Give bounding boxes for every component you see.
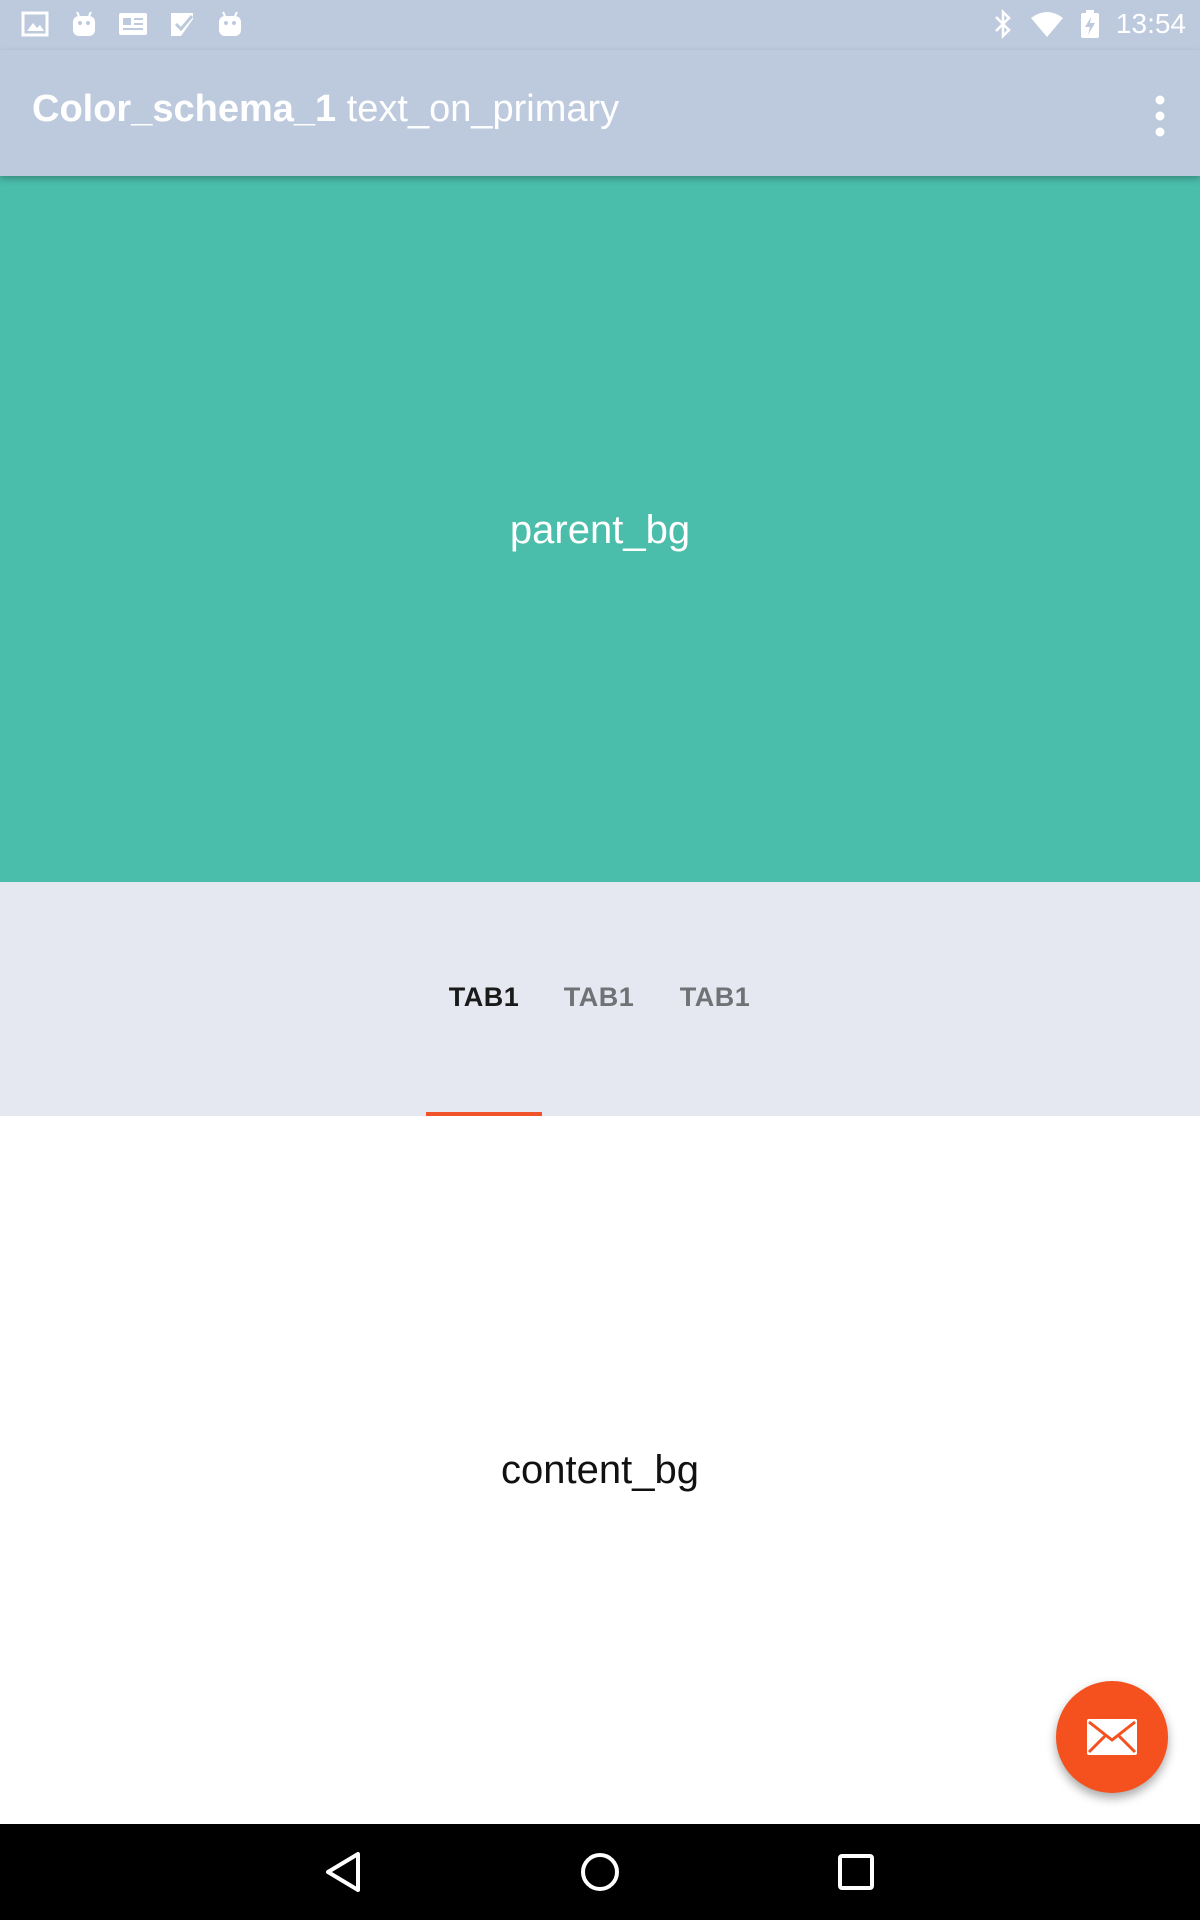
bluetooth-icon: [992, 9, 1014, 39]
tab-bar: TAB1 TAB1 TAB1: [0, 882, 1200, 1116]
battery-charging-icon: [1080, 9, 1100, 39]
content-bg-panel: content_bg: [0, 1116, 1200, 1824]
parent-bg-label: parent_bg: [509, 508, 691, 552]
back-icon: [326, 1852, 360, 1892]
app-title-schema: Color_schema_1: [32, 88, 337, 130]
tab-2[interactable]: TAB1: [540, 982, 658, 1013]
image-icon: [20, 10, 50, 38]
wifi-icon: [1030, 10, 1064, 38]
content-bg-label: content_bg: [501, 1448, 699, 1492]
tab-1[interactable]: TAB1: [425, 982, 543, 1013]
home-button[interactable]: [574, 1846, 626, 1898]
app-title-subtitle: text_on_primary: [346, 88, 620, 130]
mail-icon: [1087, 1719, 1137, 1755]
tab-3[interactable]: TAB1: [656, 982, 774, 1013]
android-icon: [70, 10, 98, 38]
notification-icons: [20, 10, 244, 38]
screen: 13:54 Color_schema_1 text_on_primary par…: [0, 0, 1200, 1920]
parent-bg-panel: parent_bg: [0, 176, 1200, 882]
system-status: 13:54: [992, 8, 1186, 40]
navigation-bar: [0, 1824, 1200, 1920]
more-vert-icon: [1155, 95, 1165, 137]
recents-icon: [838, 1854, 874, 1890]
news-icon: [118, 11, 148, 37]
app-title: Color_schema_1 text_on_primary: [32, 88, 619, 131]
status-bar: 13:54: [0, 0, 1200, 50]
home-icon: [581, 1853, 619, 1891]
recents-button[interactable]: [830, 1846, 882, 1898]
android-icon: [216, 10, 244, 38]
app-bar: Color_schema_1 text_on_primary: [0, 50, 1200, 176]
compose-mail-fab[interactable]: [1056, 1681, 1168, 1793]
back-button[interactable]: [318, 1846, 370, 1898]
overflow-menu-button[interactable]: [1142, 88, 1178, 144]
status-clock: 13:54: [1115, 8, 1186, 39]
check-badge-icon: [168, 10, 196, 38]
